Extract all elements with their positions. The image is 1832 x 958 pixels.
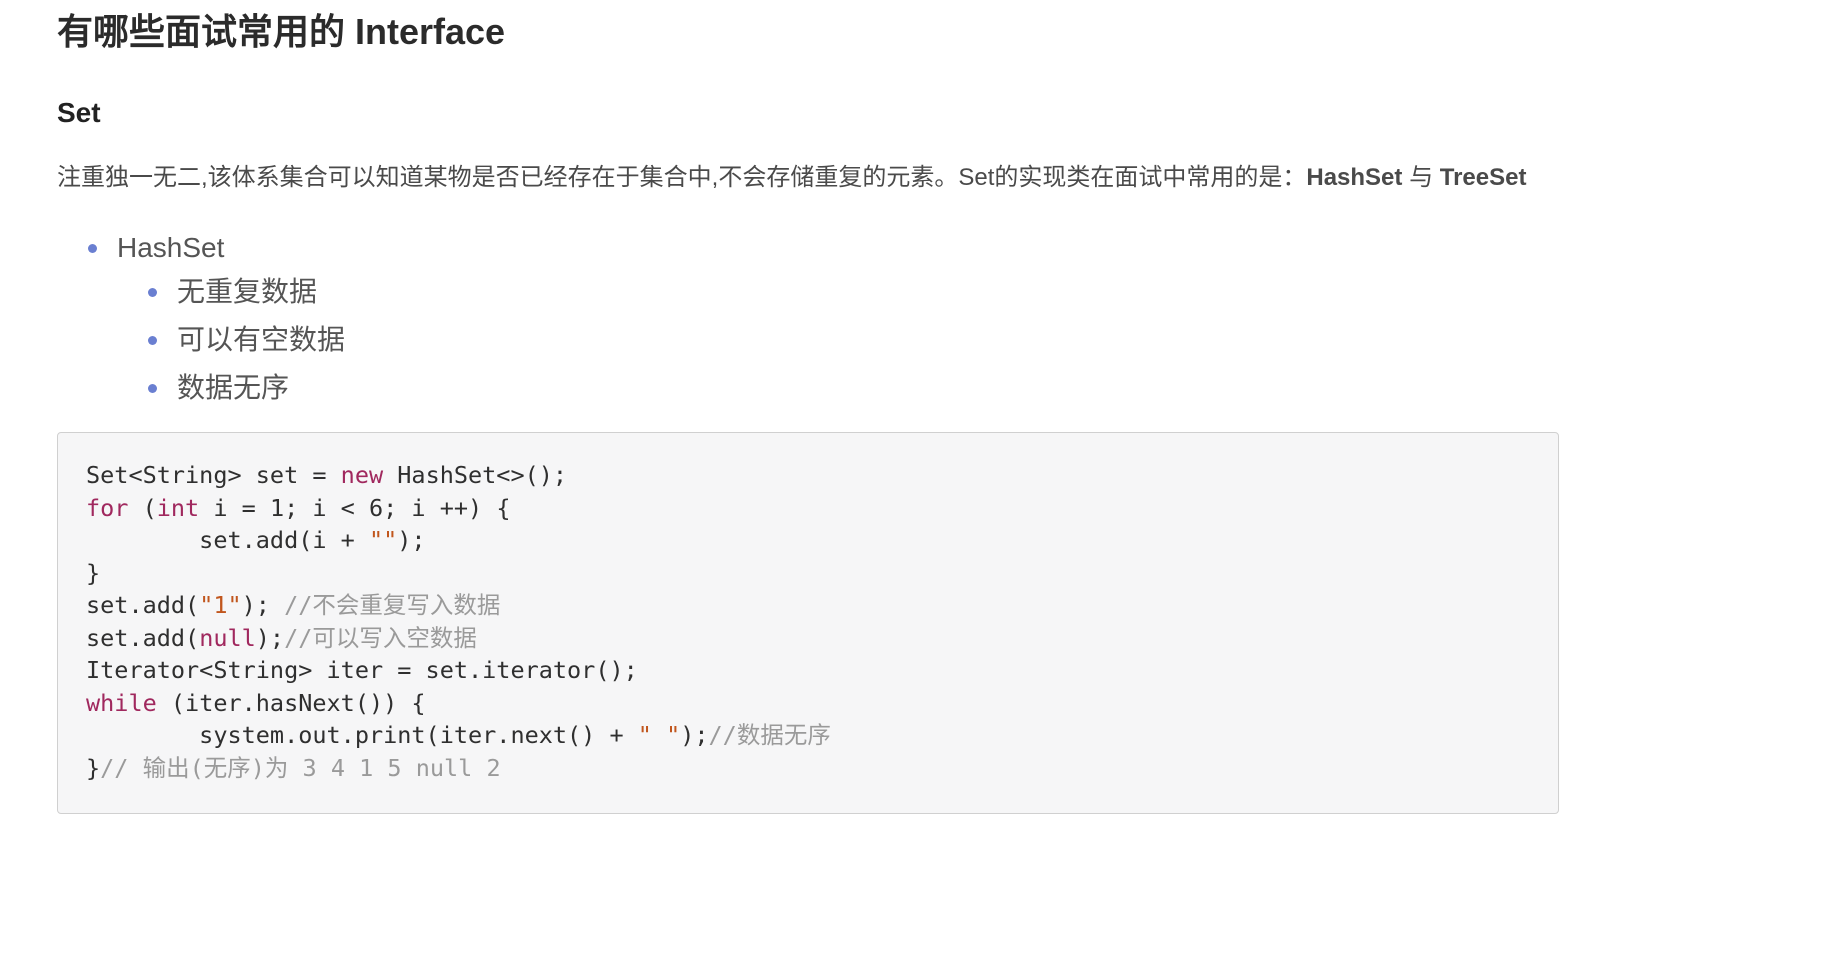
bullet-dot-icon [148, 288, 157, 297]
code-keyword: new [340, 461, 384, 489]
list-item-label: 无重复数据 [177, 276, 318, 307]
hashset-properties-list: 无重复数据 可以有空数据 数据无序 [117, 268, 345, 412]
code-text: Iterator<String> iter = set.iterator(); [86, 656, 638, 684]
list-item-label: 可以有空数据 [177, 324, 346, 355]
paragraph-hashset: HashSet [1306, 164, 1403, 191]
paragraph-conjunction: 与 [1402, 164, 1440, 191]
code-text: ); [255, 623, 285, 652]
code-text: system.out.print(iter.next() + [86, 721, 638, 749]
code-text: } [86, 558, 101, 587]
list-item: 无重复数据 [148, 268, 345, 316]
code-keyword: null [199, 623, 256, 652]
code-content: Set<String> set = new HashSet<>(); for (… [86, 459, 831, 784]
section-title-set: Set [57, 97, 101, 128]
code-comment: //可以写入空数据 [284, 623, 477, 652]
list-item-label: 数据无序 [177, 372, 290, 403]
code-keyword: for [86, 493, 129, 522]
code-comment: //数据无序 [708, 721, 831, 749]
hashset-list: HashSet 无重复数据 可以有空数据 数据无序 [88, 228, 345, 412]
code-text: set.add( [86, 623, 200, 652]
code-text: i = 1; i < 6; i ++) { [199, 493, 511, 522]
list-item: 可以有空数据 [148, 316, 345, 364]
code-text: HashSet<>(); [383, 461, 568, 489]
code-comment: // 输出(无序)为 3 4 1 5 null 2 [100, 753, 501, 782]
code-string: "1" [199, 591, 242, 619]
paragraph-treeset: TreeSet [1439, 164, 1527, 191]
set-description-paragraph: 注重独一无二,该体系集合可以知道某物是否已经存在于集合中,不会存储重复的元素。S… [57, 160, 1526, 196]
bullet-dot-icon [148, 384, 157, 393]
bullet-dot-icon [148, 336, 157, 345]
code-block: Set<String> set = new HashSet<>(); for (… [57, 432, 1559, 814]
code-string: " " [637, 721, 681, 749]
document-page: 有哪些面试常用的 Interface Set 注重独一无二,该体系集合可以知道某… [0, 0, 1832, 958]
page-title: 有哪些面试常用的 Interface [57, 11, 506, 52]
code-text: set.add(i + [86, 526, 369, 554]
bullet-dot-icon [88, 244, 97, 253]
code-keyword: while [86, 688, 157, 717]
code-comment: //不会重复写入数据 [284, 591, 501, 619]
code-text: (iter.hasNext()) { [156, 688, 426, 717]
code-text: Set<String> set = [86, 461, 341, 489]
code-string: "" [368, 526, 398, 554]
code-text: ); [680, 721, 709, 749]
list-item-label: HashSet [117, 232, 225, 263]
paragraph-text: 注重独一无二,该体系集合可以知道某物是否已经存在于集合中,不会存储重复的元素。S… [57, 164, 1307, 191]
code-text: } [86, 753, 101, 782]
code-text: set.add( [86, 591, 200, 619]
list-item: 数据无序 [148, 364, 345, 412]
code-keyword: int [156, 493, 200, 522]
list-item-hashset: HashSet 无重复数据 可以有空数据 数据无序 [88, 228, 345, 412]
code-text: ( [128, 493, 157, 522]
code-text: ); [241, 591, 285, 619]
code-text: ); [397, 526, 426, 554]
